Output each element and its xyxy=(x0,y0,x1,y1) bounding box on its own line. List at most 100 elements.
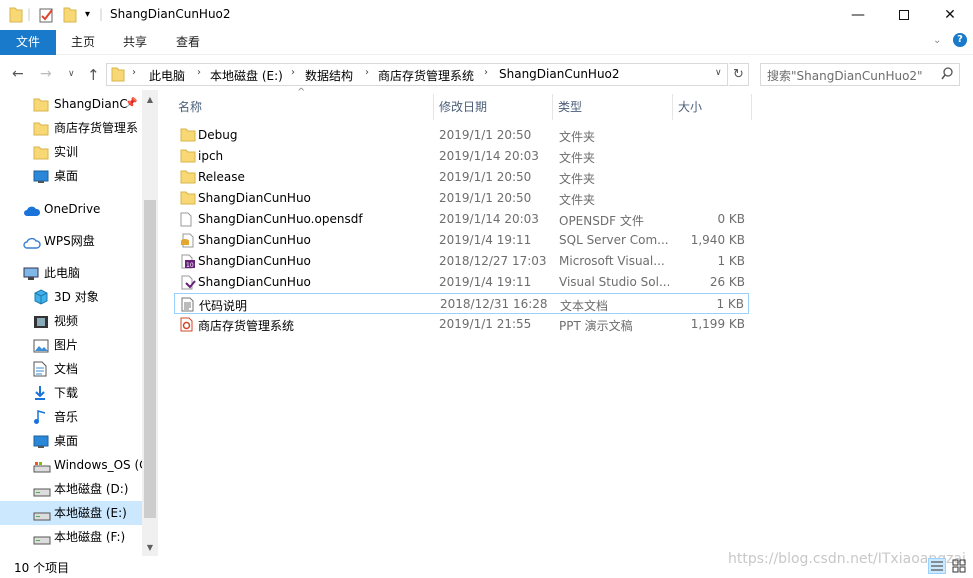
vs-project-icon: 10 xyxy=(180,254,196,272)
file-date: 2019/1/1 20:50 xyxy=(439,170,532,184)
breadcrumb-separator-icon[interactable]: › xyxy=(365,67,369,78)
breadcrumb-this-pc[interactable]: 此电脑 xyxy=(149,67,185,84)
large-icons-view-icon[interactable] xyxy=(950,558,968,574)
maximize-button[interactable] xyxy=(881,0,927,30)
nav-item-3[interactable]: 桌面 xyxy=(0,164,142,188)
music-icon xyxy=(33,409,47,429)
drive-icon xyxy=(33,529,51,549)
nav-item-9[interactable]: 图片 xyxy=(0,333,142,357)
nav-item-8[interactable]: 视频 xyxy=(0,309,142,333)
file-size: 1,199 KB xyxy=(690,317,745,331)
drive-icon xyxy=(33,481,51,501)
breadcrumb-data-structures[interactable]: 数据结构 xyxy=(305,67,353,84)
column-divider[interactable] xyxy=(552,94,553,120)
minimize-button[interactable]: — xyxy=(835,0,881,30)
file-row[interactable]: 商店存货管理系统 2019/1/1 21:55 PPT 演示文稿 1,199 KB xyxy=(174,314,749,335)
nav-item-10[interactable]: 文档 xyxy=(0,357,142,381)
forward-icon[interactable]: → xyxy=(40,66,52,82)
column-header-name[interactable]: 名称 xyxy=(178,98,202,115)
breadcrumb-inventory-system[interactable]: 商店存货管理系统 xyxy=(378,67,474,84)
customize-toolbar-icon[interactable]: ▾ xyxy=(85,9,90,20)
pin-icon[interactable]: 📌 xyxy=(125,92,137,116)
scroll-down-icon[interactable]: ▼ xyxy=(142,540,158,556)
drive-c-icon xyxy=(33,457,51,477)
address-dropdown-icon[interactable]: ∨ xyxy=(715,68,722,78)
file-type: PPT 演示文稿 xyxy=(559,319,633,333)
column-header-type[interactable]: 类型 xyxy=(558,98,582,115)
nav-item-label: 此电脑 xyxy=(44,266,81,280)
file-date: 2019/1/1 21:55 xyxy=(439,317,532,331)
scroll-up-icon[interactable]: ▲ xyxy=(142,92,158,108)
nav-scrollbar-thumb[interactable] xyxy=(144,200,156,518)
file-row[interactable]: Debug 2019/1/1 20:50 文件夹 xyxy=(174,125,749,146)
file-row[interactable]: Release 2019/1/1 20:50 文件夹 xyxy=(174,167,749,188)
file-row[interactable]: ShangDianCunHuo 2019/1/1 20:50 文件夹 xyxy=(174,188,749,209)
file-type: SQL Server Com... xyxy=(559,233,669,247)
tab-share[interactable]: 共享 xyxy=(112,30,158,55)
computer-icon xyxy=(23,265,39,285)
breadcrumb-drive-e[interactable]: 本地磁盘 (E:) xyxy=(210,67,283,84)
address-bar[interactable]: › 此电脑 › 本地磁盘 (E:) › 数据结构 › 商店存货管理系统 › Sh… xyxy=(106,63,728,86)
refresh-button[interactable]: ↻ xyxy=(729,63,749,86)
nav-item-7[interactable]: 3D 对象 xyxy=(0,285,142,309)
column-divider[interactable] xyxy=(672,94,673,120)
column-divider[interactable] xyxy=(433,94,434,120)
file-row[interactable]: ipch 2019/1/14 20:03 文件夹 xyxy=(174,146,749,167)
file-row[interactable]: ShangDianCunHuo 2019/1/4 19:11 Visual Stud… xyxy=(174,272,749,293)
file-row[interactable]: ShangDianCunHuo 2019/1/4 19:11 SQL Server … xyxy=(174,230,749,251)
column-header-size[interactable]: 大小 xyxy=(678,98,702,115)
nav-item-17[interactable]: 本地磁盘 (F:) xyxy=(0,525,142,549)
recent-locations-icon[interactable]: ∨ xyxy=(68,69,75,79)
tab-view[interactable]: 查看 xyxy=(165,30,211,55)
close-button[interactable]: ✕ xyxy=(927,0,973,30)
nav-item-2[interactable]: 实训 xyxy=(0,140,142,164)
search-input[interactable]: 搜索"ShangDianCunHuo2" xyxy=(760,63,960,86)
nav-item-0[interactable]: ShangDianC 📌 xyxy=(0,92,142,116)
breadcrumb-separator-icon[interactable]: › xyxy=(132,67,136,78)
breadcrumb-separator-icon[interactable]: › xyxy=(291,67,295,78)
column-header-date[interactable]: 修改日期 xyxy=(439,98,487,115)
breadcrumb-separator-icon[interactable]: › xyxy=(197,67,201,78)
nav-item-1[interactable]: 商店存货管理系 xyxy=(0,116,142,140)
nav-item-13[interactable]: 桌面 xyxy=(0,429,142,453)
nav-item-4[interactable]: OneDrive xyxy=(0,197,142,221)
file-type: 文件夹 xyxy=(559,172,596,186)
breadcrumb-current-folder[interactable]: ShangDianCunHuo2 xyxy=(499,67,620,81)
expand-ribbon-icon[interactable]: ⌄ xyxy=(933,35,941,46)
file-row[interactable]: 10 ShangDianCunHuo 2018/12/27 17:03 Microso… xyxy=(174,251,749,272)
folder-icon xyxy=(33,96,49,116)
nav-item-label: 3D 对象 xyxy=(54,290,99,304)
nav-item-14[interactable]: Windows_OS (C xyxy=(0,453,142,477)
nav-item-5[interactable]: WPS网盘 xyxy=(0,229,142,253)
breadcrumb-separator-icon[interactable]: › xyxy=(484,67,488,78)
maximize-icon xyxy=(899,10,909,20)
back-icon[interactable]: ← xyxy=(12,66,24,82)
new-folder-icon[interactable] xyxy=(63,7,77,23)
title-bar: | ▾ | ShangDianCunHuo2 — ✕ xyxy=(0,0,973,30)
refresh-icon: ↻ xyxy=(733,67,744,82)
sql-file-icon xyxy=(180,233,196,251)
tab-home[interactable]: 主页 xyxy=(60,30,106,55)
nav-item-11[interactable]: 下载 xyxy=(0,381,142,405)
file-row[interactable]: ShangDianCunHuo.opensdf 2019/1/14 20:03 OP… xyxy=(174,209,749,230)
search-icon xyxy=(941,67,953,80)
tab-file[interactable]: 文件 xyxy=(0,30,56,55)
file-size: 26 KB xyxy=(709,275,745,289)
file-row[interactable]: 代码说明 2018/12/31 16:28 文本文档 1 KB xyxy=(174,293,749,314)
blank-file-icon xyxy=(180,212,192,230)
column-divider[interactable] xyxy=(751,94,752,120)
nav-item-12[interactable]: 音乐 xyxy=(0,405,142,429)
nav-scrollbar[interactable]: ▲ ▼ xyxy=(142,90,158,556)
nav-item-16[interactable]: 本地磁盘 (E:) xyxy=(0,501,142,525)
nav-item-label: 下载 xyxy=(54,386,79,400)
help-icon[interactable]: ? xyxy=(953,33,967,47)
item-count: 10 个项目 xyxy=(14,561,70,575)
file-name: 代码说明 xyxy=(199,299,248,313)
details-view-icon[interactable] xyxy=(928,558,946,574)
nav-item-15[interactable]: 本地磁盘 (D:) xyxy=(0,477,142,501)
nav-item-6[interactable]: 此电脑 xyxy=(0,261,142,285)
up-icon[interactable]: ↑ xyxy=(87,66,100,84)
file-name: ShangDianCunHuo xyxy=(198,191,311,205)
properties-icon[interactable] xyxy=(39,7,55,23)
separator: | xyxy=(99,7,104,21)
